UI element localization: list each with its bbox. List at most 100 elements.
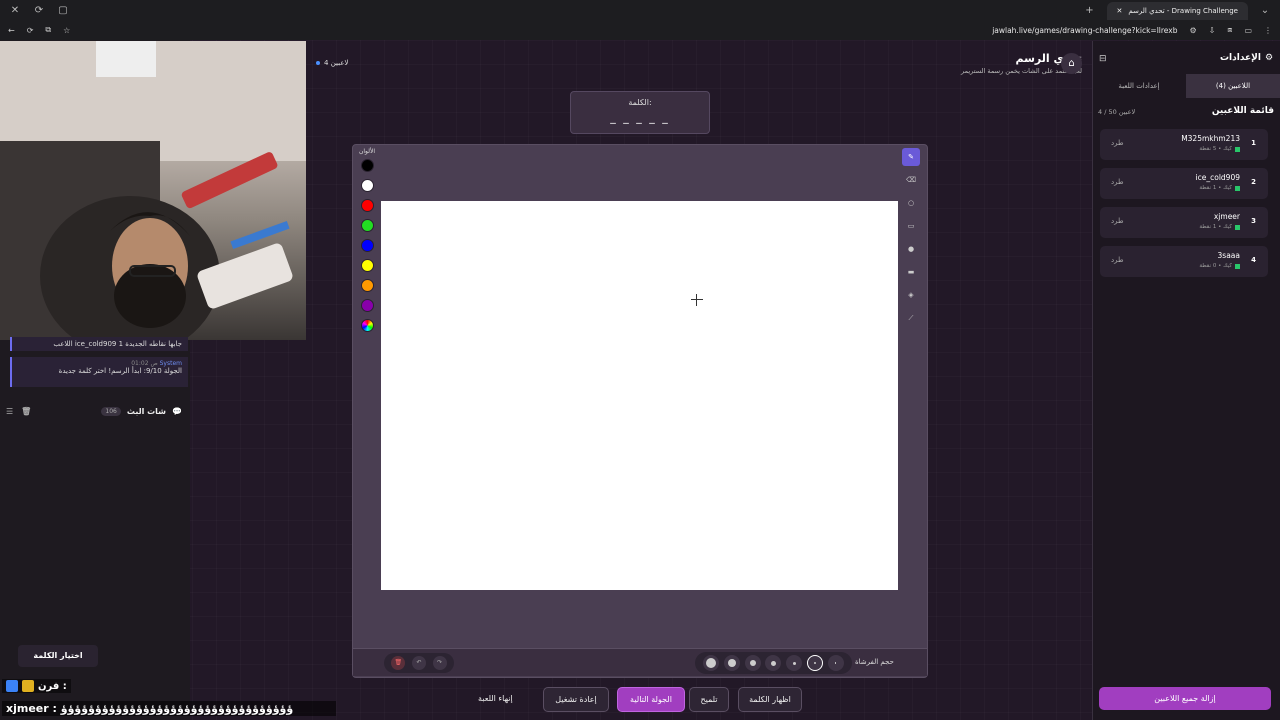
tab-players[interactable]: اللاعبين (4) [1186,74,1280,98]
menu-icon[interactable]: ▢ [56,5,70,16]
overlay-crown-icon [22,680,34,692]
trash-icon[interactable]: 🗑 [21,407,31,416]
player-list-count: 4 / 50 لاعبين [1098,108,1136,116]
clear-canvas-icon[interactable]: 🗑 [391,656,406,670]
player-points-text: كيك • 0 نقطة [1199,263,1232,269]
fill-bucket-tool-icon[interactable]: ◈ [902,286,920,304]
system-message-text: الجولة 9/10: ابدأ الرسم! اختر كلمة جديدة [58,367,182,375]
brush-size-xs-icon[interactable] [786,655,803,671]
end-game-button[interactable]: إنهاء اللعبة [478,694,513,703]
player-points: كيك • 1 نقطة [1199,185,1240,191]
filled-rectangle-tool-icon[interactable]: ▬ [902,263,920,281]
list-icon[interactable]: ☰ [6,407,13,416]
reload-icon[interactable]: ⟳ [27,26,34,35]
bookmark-icon[interactable]: ☆ [63,26,70,35]
brush-size-xl-icon[interactable] [703,655,720,671]
platform-badge-icon [1235,263,1240,269]
restore-icon[interactable]: ⟳ [32,5,46,16]
collapse-panel-icon[interactable]: ⊟ [1099,54,1107,64]
chat-icon: 💬 [172,406,182,416]
rectangle-tool-icon[interactable]: ▭ [902,217,920,235]
player-rank: 1 [1251,139,1256,147]
settings-title: الإعدادات [1220,53,1261,63]
brush-size-m-icon[interactable] [744,655,761,671]
restart-button[interactable]: إعادة تشغيل [543,687,609,712]
hint-button[interactable]: تلميح [689,687,729,712]
more-icon[interactable]: ⋮ [1264,26,1272,35]
custom-color-picker[interactable] [360,319,374,332]
kick-button[interactable]: طرد [1111,217,1124,225]
home-icon: ⌂ [1068,58,1075,69]
brush-size-s-icon[interactable] [765,655,782,671]
player-count-text: 4 لاعبين [324,59,349,67]
overlay-line-2: xjmeer : ؤؤؤؤؤؤؤؤؤؤؤؤؤؤؤؤؤؤؤؤؤؤؤؤؤؤؤؤؤؤؤ… [2,701,336,716]
word-label: الكلمة: [628,98,652,107]
close-window-icon[interactable]: ✕ [8,5,22,16]
player-name: xjmeer [1213,212,1240,221]
back-icon[interactable]: ← [8,26,15,35]
settings-icon[interactable]: ⚙ [1189,26,1196,35]
new-tab-icon[interactable]: + [1083,5,1097,16]
crosshair-cursor-icon [691,294,703,306]
remove-all-players-button[interactable]: إزالة جميع اللاعبين [1099,687,1271,710]
color-swatch[interactable] [360,279,374,292]
kick-button[interactable]: طرد [1111,139,1124,147]
filled-circle-tool-icon[interactable]: ● [902,240,920,258]
player-row: طرد xjmeer كيك • 1 نقطة 3 [1100,207,1268,238]
kick-button[interactable]: طرد [1111,178,1124,186]
show-word-button[interactable]: اظهار الكلمة [738,687,802,712]
brush-size-min-icon[interactable] [827,655,844,671]
color-swatch[interactable] [360,179,374,192]
player-list-title: قائمة اللاعبين [1211,106,1274,116]
stream-overlay: فرن : xjmeer : ؤؤؤؤؤؤؤؤؤؤؤؤؤؤؤؤؤؤؤؤؤؤؤؤؤ… [0,675,336,720]
word-box: الكلمة: _ _ _ _ _ [570,91,710,134]
color-palette: الألوان [354,146,380,346]
brush-size-selector [695,652,852,674]
color-swatch[interactable] [360,199,374,212]
eraser-tool-icon[interactable]: ⌫ [902,171,920,189]
tab-game-settings[interactable]: إعدادات اللعبة [1092,74,1186,98]
overlay-text-1: فرن : [38,680,67,692]
color-swatch[interactable] [360,239,374,252]
color-swatch[interactable] [360,299,374,312]
browser-chrome: ✕ ⟳ ▢ + ✕ تحدي الرسم - Drawing Challenge… [0,0,1280,40]
word-blanks: _ _ _ _ _ [610,111,670,124]
status-dot-icon [316,61,320,65]
tab-close-icon[interactable]: ✕ [1117,7,1123,15]
kick-button[interactable]: طرد [1111,256,1124,264]
brush-size-l-icon[interactable] [724,655,741,671]
system-message-text: اللاعب ice_cold909 جابها نقاطه الجديدة 1 [53,340,182,348]
line-tool-icon[interactable]: ⟋ [902,309,920,327]
color-swatch[interactable] [360,159,374,172]
extensions-icon[interactable]: ⧉ [45,25,51,35]
sidebar-icon[interactable]: ▭ [1244,26,1252,35]
tab-list-icon[interactable]: ⌄ [1258,5,1272,16]
next-round-button[interactable]: الجولة التالية [617,687,685,712]
player-name: 3saaa [1217,251,1240,260]
tab-title: تحدي الرسم - Drawing Challenge [1128,7,1238,15]
extension-icon[interactable]: ⧈ [1227,25,1232,35]
system-message: 01:02 ص System الجولة 9/10: ابدأ الرسم! … [10,357,188,387]
player-row: طرد 3saaa كيك • 0 نقطة 4 [1100,246,1268,277]
color-swatch[interactable] [360,259,374,272]
chat-title: شات البث [126,406,167,416]
drawing-canvas[interactable] [381,201,898,590]
player-points: كيك • 5 نقطة [1199,146,1240,152]
brush-size-xxs-icon[interactable] [806,655,823,671]
address-bar: ← ⟳ ⧉ ☆ jawlah.live/games/drawing-challe… [0,20,1280,40]
choose-word-button[interactable]: اختيار الكلمة [18,645,98,667]
download-icon[interactable]: ⇩ [1209,26,1216,35]
color-swatch[interactable] [360,219,374,232]
redo-icon[interactable]: ↷ [432,656,447,670]
player-rank: 4 [1251,256,1256,264]
brush-size-label: حجم الفرشاة [855,658,894,666]
browser-tab[interactable]: ✕ تحدي الرسم - Drawing Challenge [1106,2,1248,20]
circle-tool-icon[interactable]: ○ [902,194,920,212]
home-button[interactable]: ⌂ [1061,53,1082,74]
url-field[interactable]: jawlah.live/games/drawing-challenge?kick… [992,26,1177,35]
undo-icon[interactable]: ↶ [411,656,426,670]
chat-header: ☰ 🗑 106 شات البث 💬 [0,403,190,419]
player-rank: 3 [1251,217,1256,225]
pencil-tool-icon[interactable]: ✎ [902,148,920,166]
player-points: كيك • 0 نقطة [1199,263,1240,269]
